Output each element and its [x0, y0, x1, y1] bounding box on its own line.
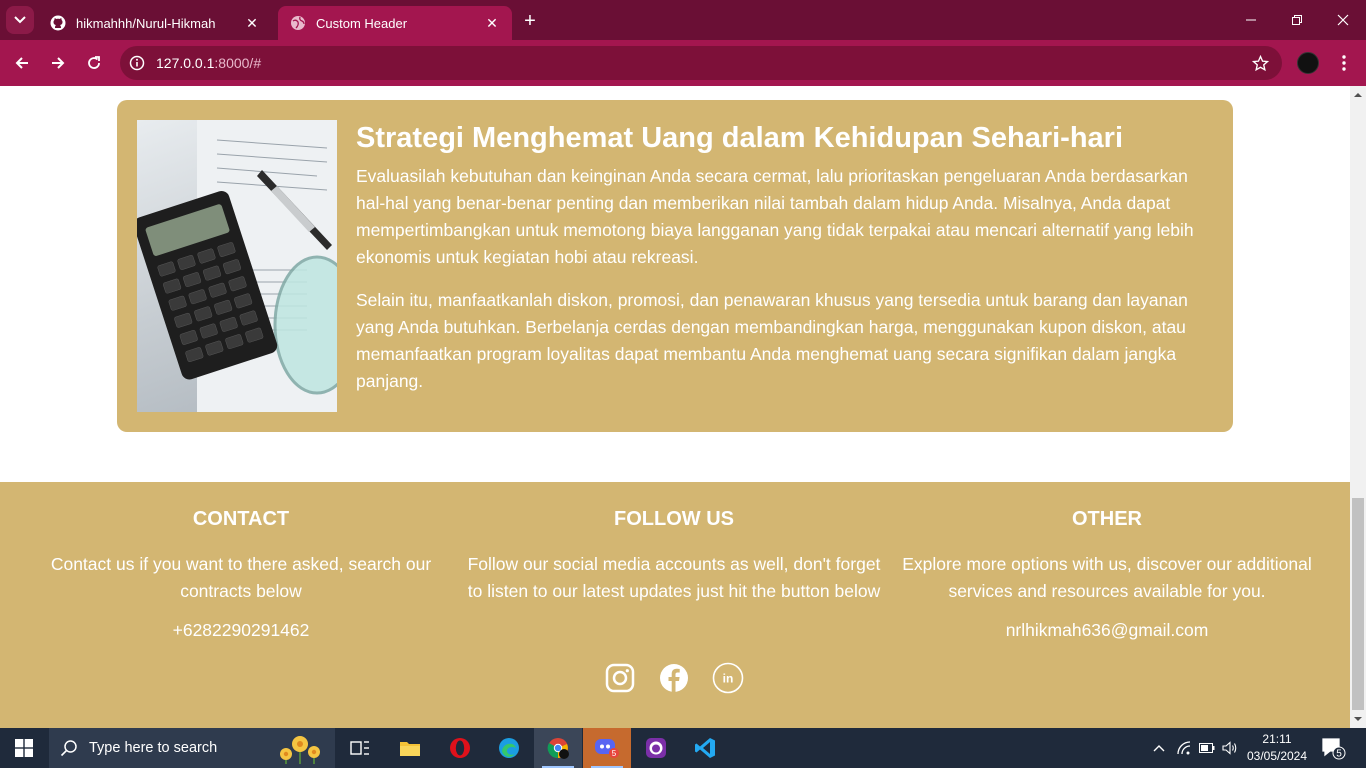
tab-search-button[interactable] [6, 6, 34, 34]
chevron-up-icon [1153, 745, 1165, 752]
edge-icon [499, 738, 519, 758]
footer-heading: FOLLOW US [614, 508, 734, 530]
social-links: in [464, 662, 884, 694]
page-scrollbar[interactable] [1350, 86, 1366, 728]
phone-number[interactable]: +6282290291462 [30, 618, 452, 642]
reload-icon [88, 56, 100, 69]
footer: CONTACT Contact us if you want to there … [0, 482, 1350, 728]
speaker-icon [1222, 741, 1237, 755]
more-vertical-icon [1342, 55, 1346, 71]
browser-menu-button[interactable] [1334, 51, 1354, 75]
chevron-down-icon [14, 16, 26, 24]
edge-browser-button[interactable] [485, 728, 533, 768]
github-desktop-icon [646, 738, 666, 758]
forward-button[interactable] [44, 49, 72, 77]
notification-center-button[interactable]: 5 [1320, 736, 1346, 760]
address-bar[interactable]: 127.0.0.1:8000/# [120, 46, 1282, 80]
clock-date: 03/05/2024 [1246, 749, 1308, 763]
vscode-button[interactable] [681, 728, 729, 768]
site-info-icon[interactable] [120, 46, 154, 80]
battery-icon [1199, 743, 1215, 753]
taskbar-search-box[interactable]: Type here to search [49, 728, 335, 768]
flower-decoration-icon [280, 736, 320, 764]
chrome-icon [547, 738, 569, 759]
footer-other-text: Explore more options with us, discover o… [902, 554, 1312, 601]
scroll-down-icon[interactable] [1353, 714, 1363, 724]
windows-logo-icon [15, 739, 33, 757]
footer-follow-text: Follow our social media accounts as well… [467, 554, 881, 601]
linkedin-icon[interactable]: in [712, 662, 744, 694]
instagram-icon[interactable] [604, 662, 636, 694]
article-paragraph: Selain itu, manfaatkanlah diskon, promos… [356, 290, 1188, 391]
new-tab-button[interactable]: + [518, 9, 542, 33]
opera-browser-button[interactable] [436, 728, 484, 768]
volume-button[interactable] [1219, 728, 1241, 768]
opera-icon [450, 738, 470, 758]
tab-label: Custom Header [316, 15, 408, 31]
arrow-left-icon [15, 57, 28, 69]
start-button[interactable] [0, 728, 48, 768]
scrollbar-thumb[interactable] [1352, 498, 1364, 710]
task-view-icon [350, 741, 369, 755]
globe-icon [290, 15, 306, 31]
calculator-image [137, 120, 337, 412]
minimize-button[interactable] [1228, 0, 1274, 40]
article-title: Strategi Menghemat Uang dalam Kehidupan … [356, 122, 1124, 154]
windows-taskbar: Type here to search 5 21:11 03/05/2024 5 [0, 728, 1366, 768]
article-paragraph: Evaluasilah kebutuhan dan keinginan Anda… [356, 166, 1194, 267]
scroll-up-icon[interactable] [1353, 90, 1363, 100]
discord-badge-count: 5 [612, 749, 617, 758]
footer-contact-text: Contact us if you want to there asked, s… [50, 554, 432, 601]
battery-button[interactable] [1196, 728, 1218, 768]
arrow-right-icon [52, 57, 65, 69]
github-icon [50, 15, 66, 31]
reload-button[interactable] [80, 49, 108, 77]
footer-heading: OTHER [1072, 508, 1142, 530]
bookmark-star-icon[interactable] [1250, 53, 1270, 73]
url-host: 127.0.0.1 [156, 55, 215, 71]
folder-icon [400, 742, 420, 756]
close-icon [1337, 14, 1349, 26]
browser-tab-bar: hikmahhh/Nurul-Hikmah ✕ Custom Header ✕ … [0, 0, 1366, 40]
url-path: :8000/# [214, 55, 262, 71]
close-window-button[interactable] [1320, 0, 1366, 40]
search-icon [49, 739, 89, 757]
file-explorer-button[interactable] [386, 728, 434, 768]
network-button[interactable] [1174, 728, 1196, 768]
github-desktop-button[interactable] [632, 728, 680, 768]
back-button[interactable] [8, 49, 36, 77]
notification-icon: 5 [1322, 738, 1346, 760]
taskbar-clock[interactable]: 21:11 03/05/2024 [1244, 731, 1310, 765]
wifi-icon [1177, 741, 1191, 755]
page-viewport: Strategi Menghemat Uang dalam Kehidupan … [0, 86, 1350, 728]
tab-label: hikmahhh/Nurul-Hikmah [76, 15, 216, 31]
close-tab-icon[interactable]: ✕ [244, 15, 260, 31]
vscode-icon [695, 738, 715, 758]
restore-button[interactable] [1274, 0, 1320, 40]
article-card: Strategi Menghemat Uang dalam Kehidupan … [117, 100, 1233, 432]
minimize-icon [1246, 19, 1256, 21]
show-hidden-icons-button[interactable] [1148, 728, 1170, 768]
browser-toolbar: 127.0.0.1:8000/# [0, 40, 1366, 86]
close-tab-icon[interactable]: ✕ [484, 15, 500, 31]
url-text: 127.0.0.1:8000/# [156, 55, 261, 71]
footer-heading: CONTACT [192, 508, 290, 530]
restore-icon [1292, 15, 1302, 25]
email-address[interactable]: nrlhikmah636@gmail.com [896, 618, 1318, 642]
discord-icon: 5 [595, 739, 619, 758]
notification-count: 5 [1336, 749, 1342, 760]
clock-time: 21:11 [1262, 732, 1292, 746]
svg-text:in: in [723, 672, 734, 686]
chrome-browser-button[interactable] [534, 728, 582, 768]
tab-github[interactable]: hikmahhh/Nurul-Hikmah ✕ [38, 6, 272, 40]
search-placeholder: Type here to search [89, 740, 218, 756]
task-view-button[interactable] [336, 728, 384, 768]
profile-avatar[interactable] [1297, 52, 1319, 74]
discord-button[interactable]: 5 [583, 728, 631, 768]
tab-custom-header[interactable]: Custom Header ✕ [278, 6, 512, 40]
facebook-icon[interactable] [658, 662, 690, 694]
